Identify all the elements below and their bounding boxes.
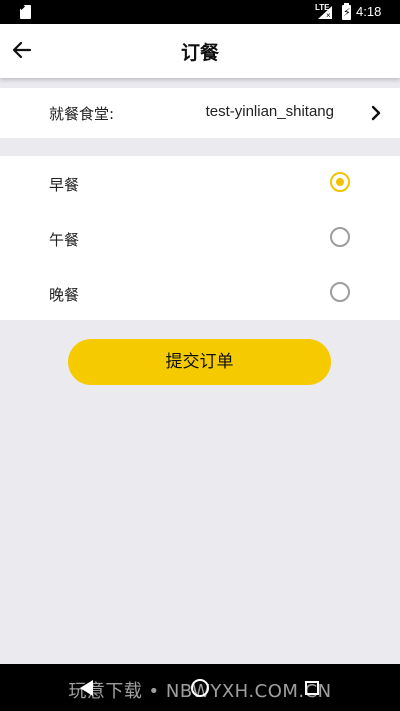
canteen-value: test-yinlian_shitang: [205, 103, 334, 120]
canteen-label: 就餐食堂:: [49, 105, 115, 123]
no-signal-x-icon: ×: [326, 11, 331, 20]
meal-option-dinner[interactable]: 晚餐: [0, 266, 400, 321]
meal-label: 早餐: [49, 176, 80, 194]
radio-unchecked-icon[interactable]: [330, 282, 350, 302]
battery-charging-icon: ⚡: [342, 3, 351, 20]
system-nav-bar: 玩意下载 • NBWYXH.COM.CN: [0, 664, 400, 711]
radio-checked-icon[interactable]: [330, 172, 350, 192]
sim-card-icon: [20, 5, 31, 19]
status-bar: LTE × ⚡ 4:18: [0, 0, 400, 24]
watermark: 玩意下载 • NBWYXH.COM.CN: [68, 681, 332, 702]
meal-option-breakfast[interactable]: 早餐: [0, 156, 400, 211]
app-header: 订餐: [0, 24, 400, 78]
meal-label: 晚餐: [49, 286, 80, 304]
submit-order-button[interactable]: 提交订单: [68, 339, 331, 385]
radio-unchecked-icon[interactable]: [330, 227, 350, 247]
status-time: 4:18: [356, 4, 382, 19]
meal-option-lunch[interactable]: 午餐: [0, 211, 400, 266]
meal-label: 午餐: [49, 231, 80, 249]
meal-options-list: 早餐 午餐 晚餐: [0, 156, 400, 320]
canteen-selector[interactable]: 就餐食堂: test-yinlian_shitang: [0, 88, 400, 138]
chevron-right-icon: [371, 105, 381, 121]
page-title: 订餐: [180, 42, 219, 64]
